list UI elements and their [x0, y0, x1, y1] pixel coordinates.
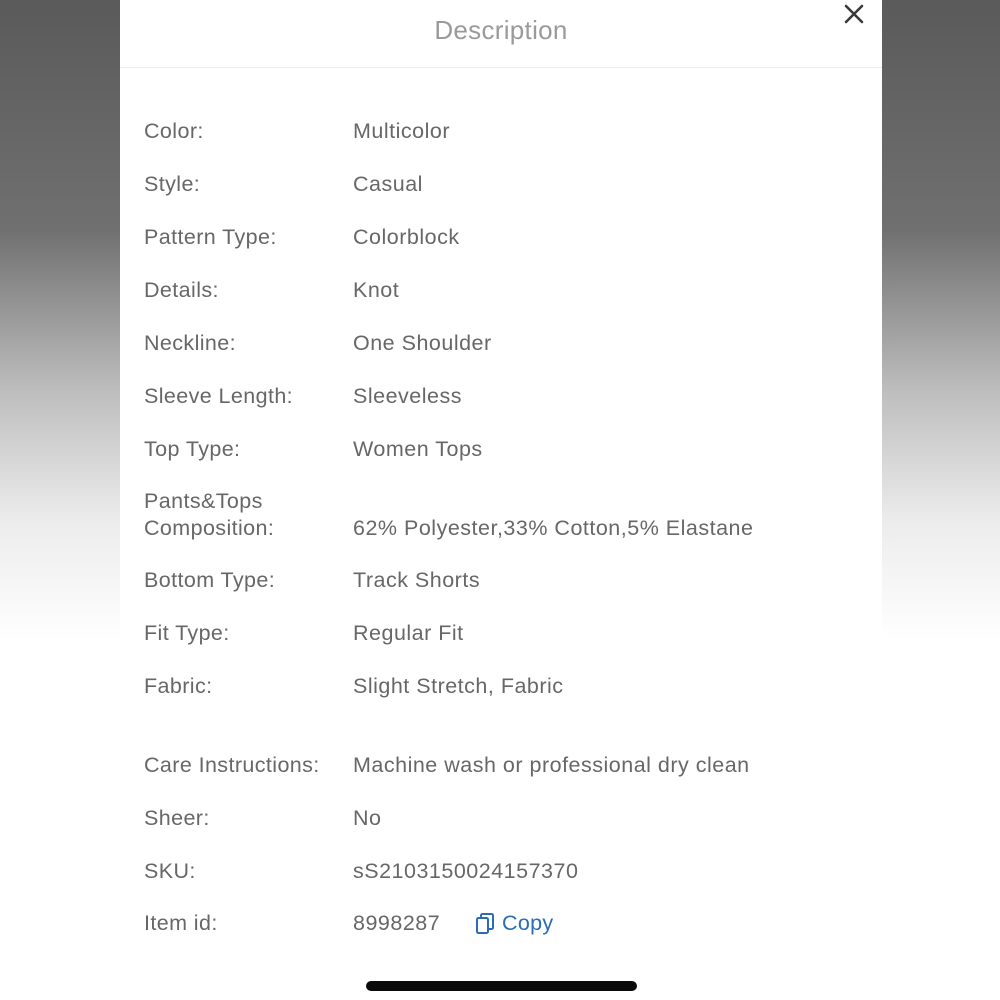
attr-row-item-id: Item id: 8998287 Copy	[144, 908, 864, 937]
attr-label: Care Instructions:	[144, 753, 320, 777]
attr-label: Bottom Type:	[144, 568, 276, 592]
attr-row-fabric: Fabric: Slight Stretch, Fabric	[144, 671, 864, 700]
attr-row-top-type: Top Type: Women Tops	[144, 434, 864, 463]
attr-value: Multicolor	[353, 119, 450, 143]
attr-row-sleeve-length: Sleeve Length: Sleeveless	[144, 381, 864, 410]
attr-value: 8998287	[353, 911, 441, 935]
attr-label: Color:	[144, 119, 204, 143]
attr-label: Pants&Tops Composition:	[144, 489, 275, 540]
home-indicator	[366, 981, 637, 991]
attr-row-sku: SKU: sS2103150024157370	[144, 856, 864, 885]
attr-row-neckline: Neckline: One Shoulder	[144, 328, 864, 357]
attr-value: Casual	[353, 172, 423, 196]
attr-value: Colorblock	[353, 225, 460, 249]
attr-label: Sheer:	[144, 806, 210, 830]
attr-value: Women Tops	[353, 437, 483, 461]
attr-row-style: Style: Casual	[144, 169, 864, 198]
attr-row-sheer: Sheer: No	[144, 803, 864, 832]
attr-value: Knot	[353, 278, 400, 302]
attr-value: 62% Polyester,33% Cotton,5% Elastane	[353, 516, 754, 540]
attr-value: Machine wash or professional dry clean	[353, 753, 750, 777]
attr-label: Neckline:	[144, 331, 237, 355]
attr-label: Sleeve Length:	[144, 384, 294, 408]
attr-row-pattern-type: Pattern Type: Colorblock	[144, 222, 864, 251]
attr-label: Fit Type:	[144, 621, 230, 645]
attr-label: Fabric:	[144, 674, 213, 698]
attr-row-bottom-type: Bottom Type: Track Shorts	[144, 565, 864, 594]
copy-label: Copy	[502, 911, 554, 935]
attr-row-composition: Pants&Tops Composition: 62% Polyester,33…	[144, 486, 864, 542]
attr-value: Slight Stretch, Fabric	[353, 674, 564, 698]
copy-icon	[476, 912, 494, 934]
attr-label: SKU:	[144, 859, 196, 883]
attr-row-details: Details: Knot	[144, 275, 864, 304]
attr-value: Regular Fit	[353, 621, 464, 645]
description-sheet: Description Color: Multicolor Style: Cas…	[120, 0, 882, 1000]
attr-value: No	[353, 806, 382, 830]
attr-label: Top Type:	[144, 437, 241, 461]
close-button[interactable]	[836, 0, 872, 32]
copy-button[interactable]: Copy	[474, 910, 553, 937]
attr-label: Details:	[144, 278, 219, 302]
attr-row-care-instructions: Care Instructions: Machine wash or profe…	[144, 723, 864, 779]
attr-label: Style:	[144, 172, 201, 196]
attr-value: One Shoulder	[353, 331, 492, 355]
attr-row-color: Color: Multicolor	[144, 116, 864, 145]
attr-value: Sleeveless	[353, 384, 462, 408]
attr-value: sS2103150024157370	[353, 859, 579, 883]
attr-label: Item id:	[144, 911, 218, 935]
attr-value: Track Shorts	[353, 568, 481, 592]
attr-label: Pattern Type:	[144, 225, 277, 249]
close-icon	[844, 4, 864, 24]
attr-row-fit-type: Fit Type: Regular Fit	[144, 618, 864, 647]
sheet-header: Description	[120, 0, 882, 68]
sheet-title: Description	[434, 15, 568, 45]
